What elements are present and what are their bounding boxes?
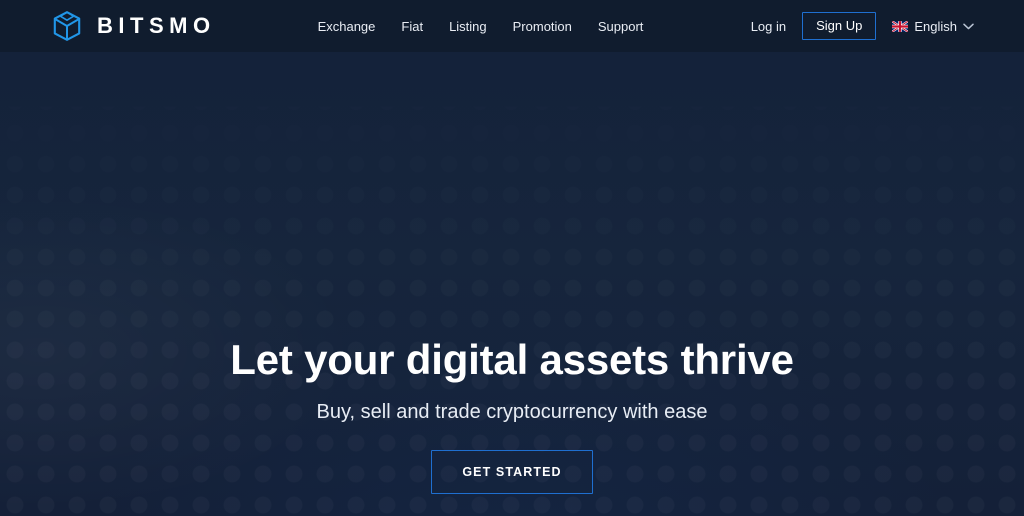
nav-item-fiat[interactable]: Fiat (401, 19, 423, 34)
hero-section: Let your digital assets thrive Buy, sell… (0, 52, 1024, 516)
landing-page: BITSMO Exchange Fiat Listing Promotion S… (0, 0, 1024, 516)
header-actions: Log in Sign Up English (751, 12, 974, 40)
nav-item-listing[interactable]: Listing (449, 19, 487, 34)
hero-title: Let your digital assets thrive (230, 336, 794, 383)
uk-flag-icon (892, 20, 909, 32)
signup-button[interactable]: Sign Up (802, 12, 877, 40)
language-label: English (914, 18, 957, 34)
nav-item-support[interactable]: Support (598, 19, 644, 34)
language-selector[interactable]: English (892, 19, 974, 34)
get-started-button[interactable]: GET STARTED (431, 450, 593, 495)
brand-wordmark: BITSMO (97, 13, 216, 38)
main-nav: Exchange Fiat Listing Promotion Support (318, 19, 644, 34)
nav-item-exchange[interactable]: Exchange (318, 19, 376, 34)
hero-subtitle: Buy, sell and trade cryptocurrency with … (316, 401, 708, 424)
brand-logo[interactable]: BITSMO (50, 9, 216, 43)
cube-logo-icon (50, 9, 84, 43)
login-link[interactable]: Log in (751, 19, 786, 34)
nav-item-promotion[interactable]: Promotion (513, 19, 572, 34)
site-header: BITSMO Exchange Fiat Listing Promotion S… (0, 0, 1024, 52)
chevron-down-icon (963, 23, 974, 30)
